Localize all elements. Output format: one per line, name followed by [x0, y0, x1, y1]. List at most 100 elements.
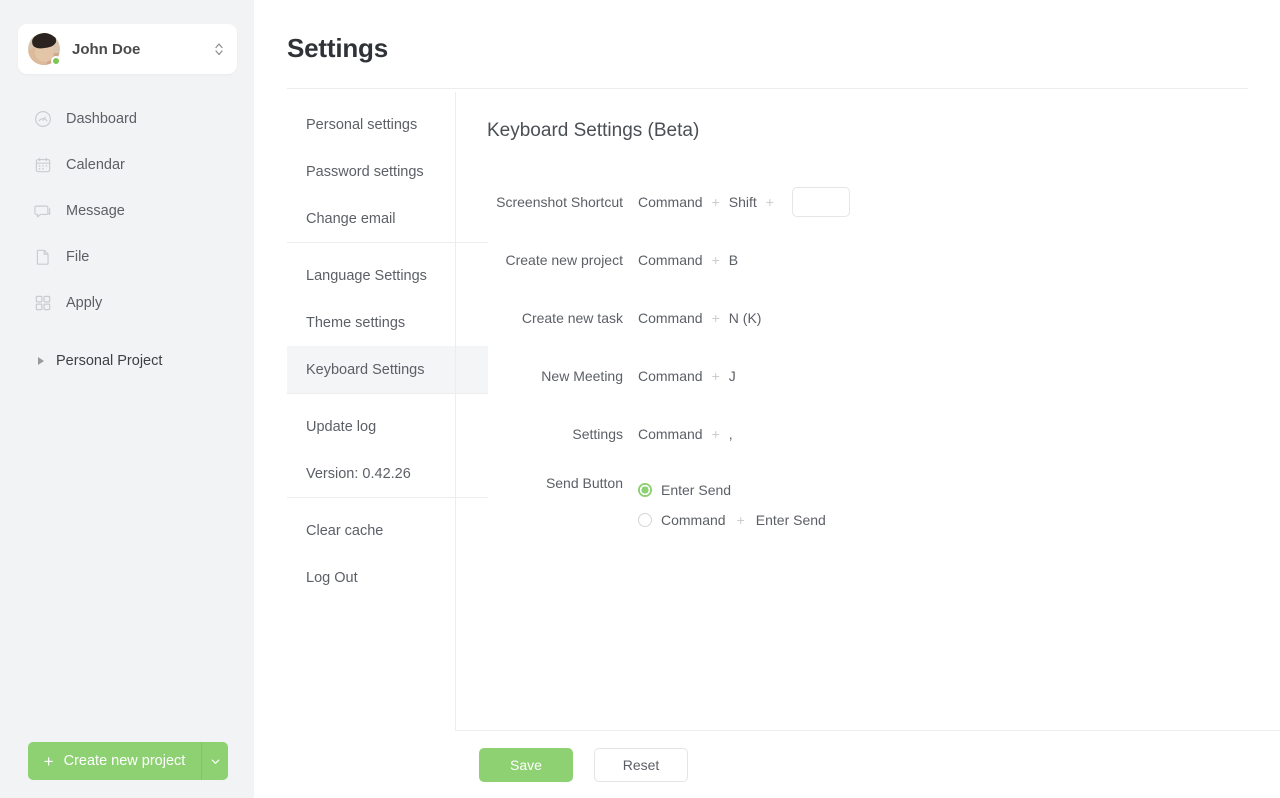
key-label: Command — [638, 194, 703, 210]
key-label: , — [728, 426, 733, 442]
shortcut-keys: Command + N (K) — [638, 310, 761, 326]
shortcut-label: Create new task — [521, 310, 623, 326]
settings-nav-item-change-email[interactable]: Change email — [287, 195, 488, 242]
key-label: Command — [638, 310, 703, 326]
shortcut-row-settings: Settings Command + , — [487, 405, 1280, 463]
sidebar-item-message[interactable]: Message — [0, 193, 254, 229]
sidebar-item-dashboard[interactable]: Dashboard — [0, 101, 254, 137]
shortcut-keys: Command + J — [638, 368, 736, 384]
settings-nav-label: Clear cache — [306, 522, 384, 539]
create-new-project-dropdown[interactable] — [202, 742, 228, 780]
send-option-label: Command — [661, 512, 726, 528]
plus-separator-icon: + — [711, 252, 720, 268]
create-new-project-group: + Create new project — [28, 742, 228, 780]
triangle-right-icon[interactable] — [38, 357, 44, 365]
shortcut-row-create-new-task: Create new task Command + N (K) — [487, 289, 1280, 347]
key-label: B — [728, 252, 739, 268]
key-label: Command — [638, 426, 703, 442]
shortcut-label: Create new project — [505, 252, 623, 268]
create-new-project-label: Create new project — [63, 753, 186, 769]
shortcut-label: Settings — [572, 426, 623, 442]
settings-nav-item-log-out[interactable]: Log Out — [287, 554, 488, 601]
user-name: John Doe — [72, 40, 141, 58]
reset-button[interactable]: Reset — [594, 748, 688, 782]
settings-nav-item-keyboard-settings[interactable]: Keyboard Settings — [287, 346, 488, 393]
shortcut-keys: Command + Shift + — [638, 187, 850, 217]
radio-selected-icon[interactable] — [638, 483, 652, 497]
sidebar-item-apply[interactable]: Apply — [0, 285, 254, 321]
settings-nav-version-label: Version: 0.42.26 — [306, 465, 411, 482]
settings-nav-label: Update log — [306, 418, 377, 435]
settings-nav-label: Language Settings — [306, 267, 427, 284]
shortcut-row-screenshot: Screenshot Shortcut Command + Shift + — [487, 173, 1280, 231]
settings-nav-item-personal-settings[interactable]: Personal settings — [287, 101, 488, 148]
settings-nav-label: Password settings — [306, 163, 424, 180]
sidebar: John Doe Dashboard Calendar Message File… — [0, 0, 254, 798]
status-online-dot — [51, 56, 61, 66]
settings-nav: Personal settings Password settings Chan… — [287, 92, 488, 601]
settings-nav-label: Personal settings — [306, 116, 418, 133]
sidebar-nav: Dashboard Calendar Message File Apply — [0, 101, 254, 331]
sidebar-item-label: Message — [66, 203, 125, 219]
key-label: Command — [638, 252, 703, 268]
save-button[interactable]: Save — [479, 748, 573, 782]
screenshot-shortcut-input[interactable] — [791, 187, 850, 217]
chevron-up-down-icon[interactable] — [213, 39, 225, 59]
sidebar-item-label: Dashboard — [66, 111, 137, 127]
shortcut-keys: Command + , — [638, 426, 733, 442]
plus-separator-icon: + — [711, 426, 720, 442]
send-option-label: Enter Send — [755, 512, 826, 528]
settings-nav-item-update-log[interactable]: Update log — [287, 403, 488, 450]
dashboard-icon — [35, 111, 51, 127]
sidebar-item-label: Calendar — [66, 157, 125, 173]
calendar-icon — [35, 157, 51, 173]
sidebar-item-personal-project[interactable]: Personal Project — [0, 348, 254, 374]
main-content: Settings Personal settings Password sett… — [254, 0, 1280, 798]
settings-nav-label: Theme settings — [306, 314, 406, 331]
panel-title: Keyboard Settings (Beta) — [487, 120, 700, 141]
send-button-label: Send Button — [545, 475, 623, 491]
file-icon — [36, 249, 49, 265]
send-option-command-enter-send[interactable]: Command + Enter Send — [638, 505, 826, 535]
create-new-project-button[interactable]: + Create new project — [28, 742, 202, 780]
keyboard-settings-panel: Keyboard Settings (Beta) Screenshot Shor… — [487, 92, 1280, 551]
key-label: J — [728, 368, 736, 384]
footer-divider — [455, 730, 1280, 731]
app-root: John Doe Dashboard Calendar Message File… — [0, 0, 1280, 798]
plus-separator-icon: + — [711, 194, 720, 210]
header-divider — [287, 88, 1248, 89]
radio-unselected-icon[interactable] — [638, 513, 652, 527]
plus-separator-icon: + — [765, 194, 774, 210]
shortcut-keys: Command + B — [638, 252, 738, 268]
form-actions: Save Reset — [479, 748, 688, 782]
user-switcher[interactable]: John Doe — [18, 24, 237, 74]
chevron-down-icon — [211, 759, 219, 764]
page-title: Settings — [287, 33, 388, 63]
plus-separator-icon: + — [711, 310, 720, 326]
shortcut-row-new-meeting: New Meeting Command + J — [487, 347, 1280, 405]
settings-nav-item-password-settings[interactable]: Password settings — [287, 148, 488, 195]
settings-nav-item-language-settings[interactable]: Language Settings — [287, 252, 488, 299]
plus-separator-icon: + — [736, 512, 745, 528]
content-vertical-divider — [455, 92, 456, 730]
send-button-setting: Send Button Enter Send Command + Enter S… — [487, 463, 1280, 551]
plus-icon: + — [43, 751, 54, 771]
sidebar-item-label: Apply — [66, 295, 103, 311]
key-label: Shift — [728, 194, 757, 210]
settings-nav-item-clear-cache[interactable]: Clear cache — [287, 507, 488, 554]
plus-separator-icon: + — [711, 368, 720, 384]
sidebar-item-label: File — [66, 249, 90, 265]
settings-nav-item-theme-settings[interactable]: Theme settings — [287, 299, 488, 346]
sidebar-item-file[interactable]: File — [0, 239, 254, 275]
avatar — [28, 33, 61, 66]
apply-grid-icon — [35, 295, 51, 311]
settings-nav-label: Log Out — [306, 569, 358, 586]
sidebar-item-calendar[interactable]: Calendar — [0, 147, 254, 183]
settings-nav-item-version: Version: 0.42.26 — [287, 450, 488, 497]
message-icon — [34, 205, 51, 218]
shortcut-row-create-new-project: Create new project Command + B — [487, 231, 1280, 289]
project-label: Personal Project — [56, 353, 163, 369]
send-option-enter-send[interactable]: Enter Send — [638, 475, 826, 505]
shortcut-list: Screenshot Shortcut Command + Shift + Cr… — [487, 173, 1280, 551]
settings-nav-label: Keyboard Settings — [306, 361, 425, 378]
